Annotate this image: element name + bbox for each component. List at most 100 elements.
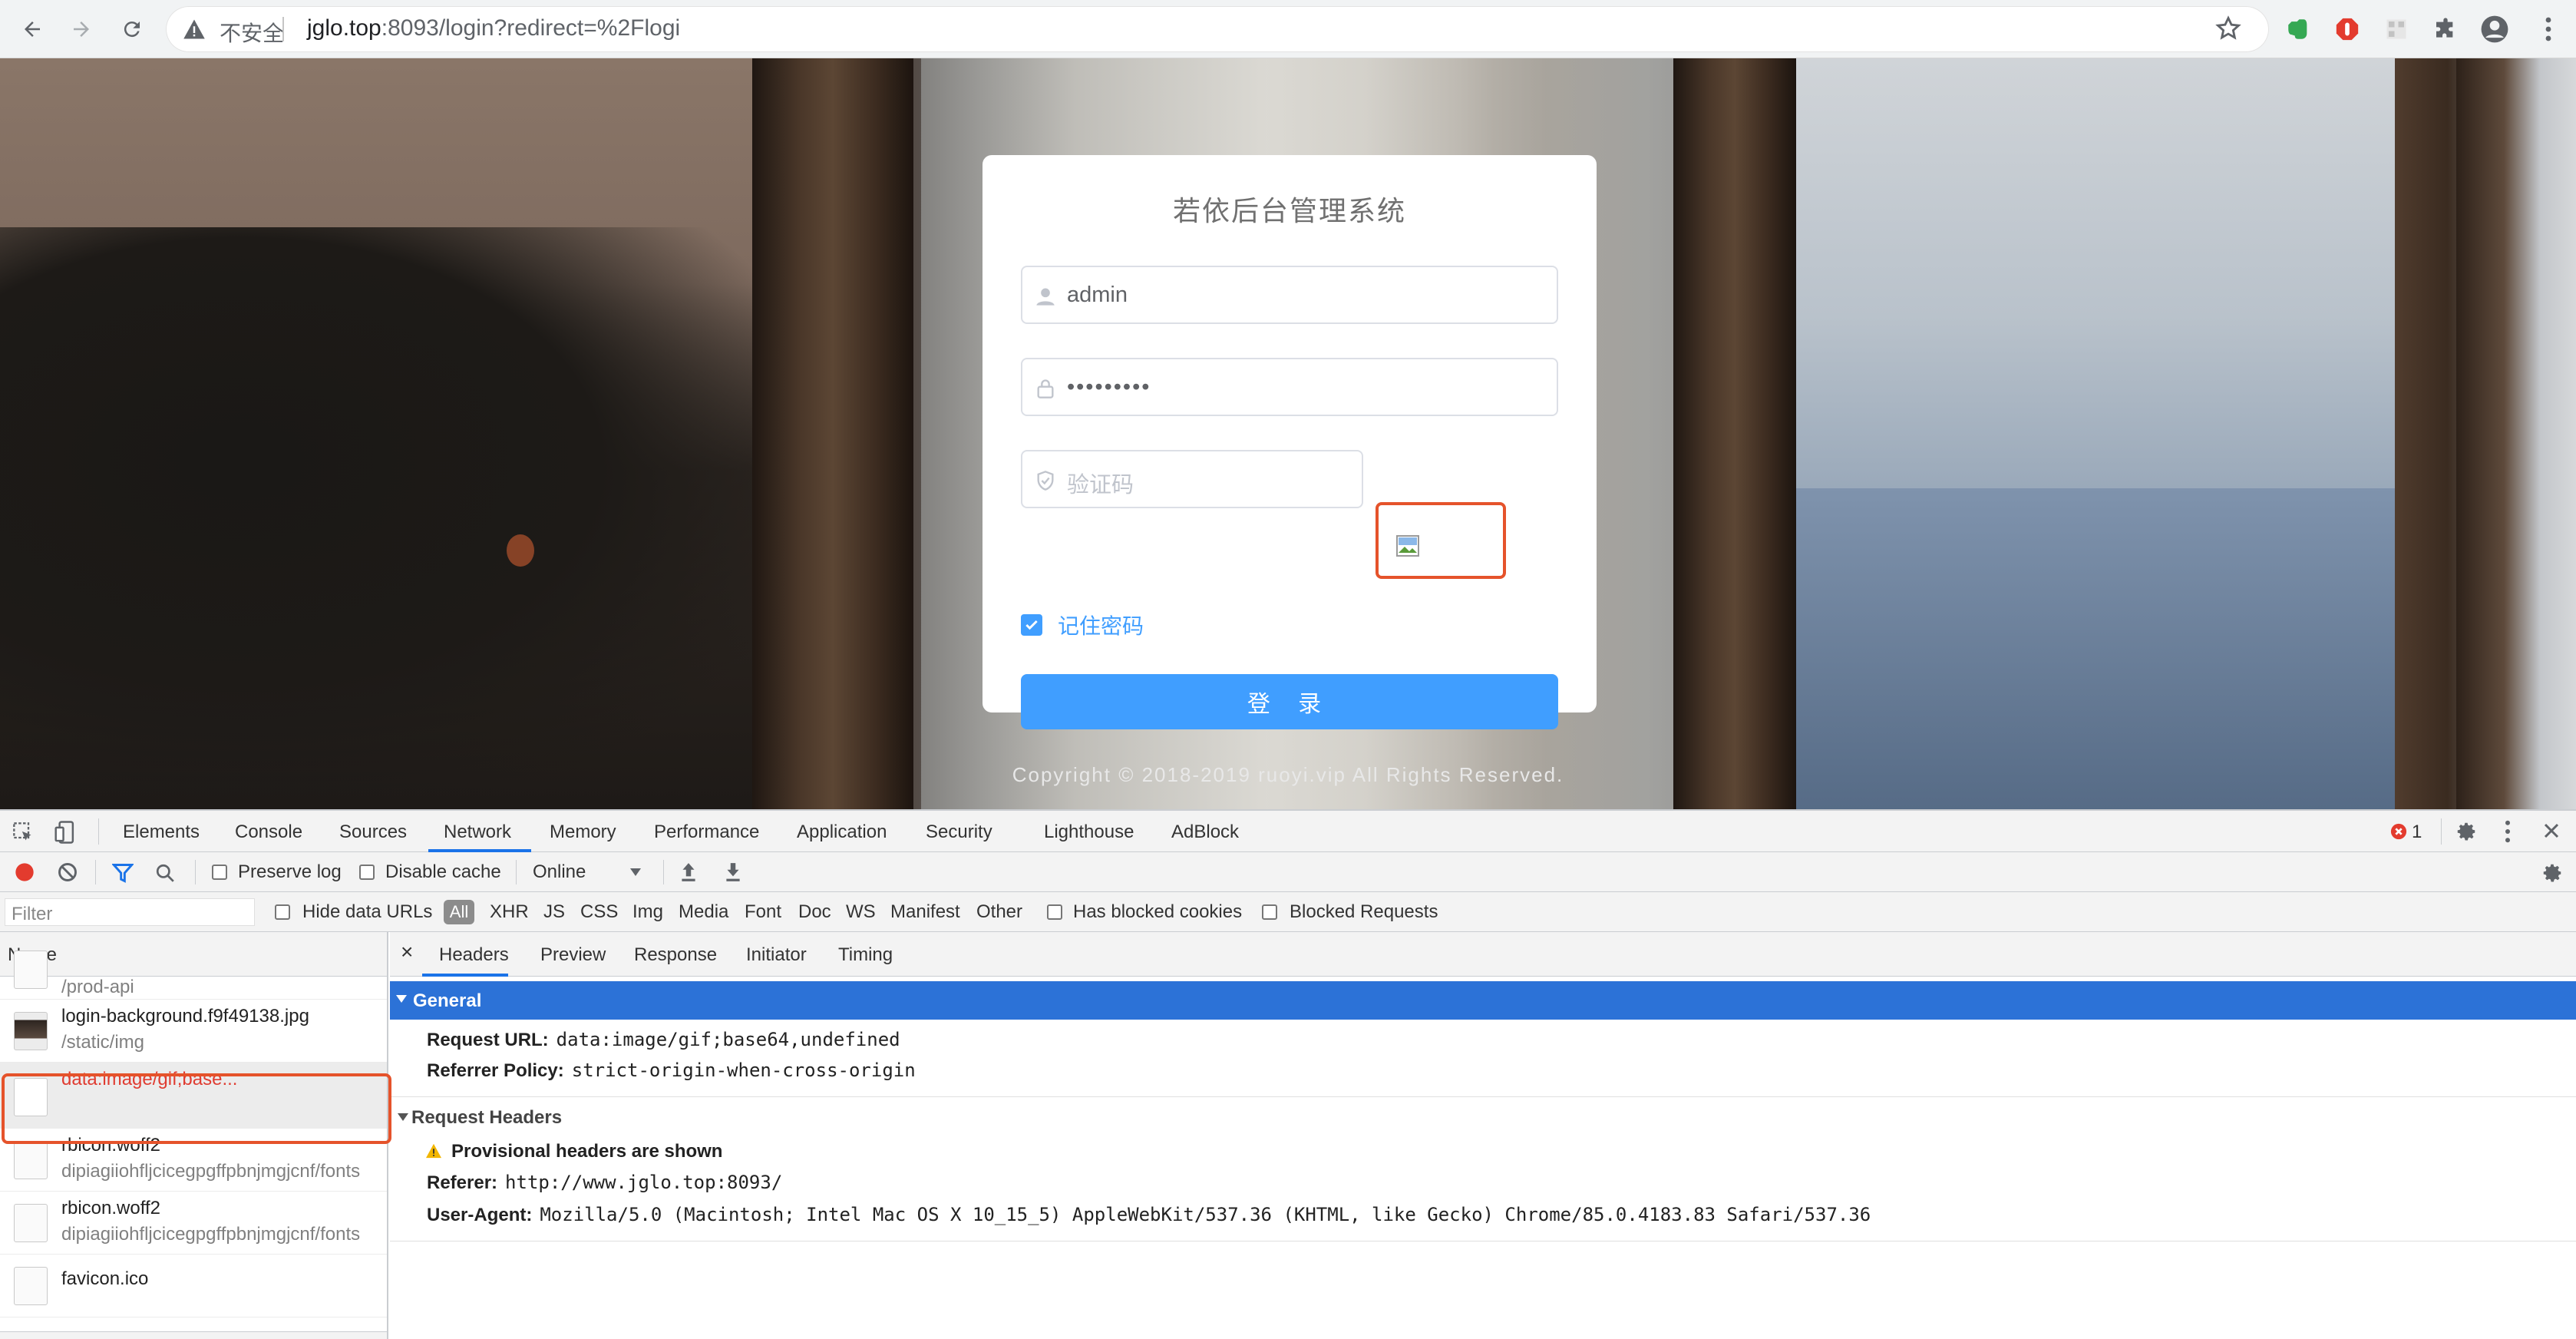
- import-har-icon[interactable]: [679, 861, 698, 883]
- extensions-button[interactable]: [2427, 11, 2464, 48]
- filter-type-css[interactable]: CSS: [580, 901, 618, 923]
- detail-tab-bar: × Headers Preview Response Initiator Tim…: [390, 932, 2576, 977]
- evernote-extension[interactable]: [2280, 11, 2317, 48]
- clear-icon[interactable]: [57, 861, 78, 883]
- search-icon[interactable]: [155, 863, 175, 883]
- reload-button[interactable]: [114, 11, 150, 48]
- toolbar-divider: [516, 860, 517, 884]
- tab-network[interactable]: Network: [444, 822, 511, 843]
- tab-security[interactable]: Security: [926, 822, 992, 843]
- preserve-log-checkbox[interactable]: [212, 865, 227, 880]
- close-detail-button[interactable]: ×: [401, 940, 413, 964]
- tab-timing[interactable]: Timing: [838, 944, 893, 966]
- triangle-down-icon: [396, 995, 407, 1003]
- tab-divider: [2441, 818, 2442, 845]
- kebab-menu-icon: [2545, 17, 2551, 41]
- background-sea: [1796, 488, 2395, 809]
- settings-gear-icon[interactable]: [2455, 820, 2478, 843]
- broken-image-icon: [1396, 535, 1419, 557]
- address-bar[interactable]: 不安全 jglo.top:8093/login?redirect=%2Flogi: [166, 6, 2269, 52]
- filter-type-media[interactable]: Media: [679, 901, 728, 923]
- warning-icon: [426, 1143, 441, 1159]
- header-key: Referrer Policy:: [427, 1060, 564, 1081]
- header-key: Request URL:: [427, 1030, 549, 1050]
- bookmark-star-icon[interactable]: [2215, 15, 2241, 41]
- tab-headers[interactable]: Headers: [439, 944, 509, 966]
- tab-elements[interactable]: Elements: [123, 822, 200, 843]
- url-path: :8093/login?redirect=%2Flogi: [381, 15, 681, 41]
- inspect-element-icon[interactable]: [12, 822, 34, 843]
- tab-console[interactable]: Console: [235, 822, 302, 843]
- filter-type-manifest[interactable]: Manifest: [890, 901, 960, 923]
- browser-toolbar: 不安全 jglo.top:8093/login?redirect=%2Flogi: [0, 0, 2576, 58]
- filter-type-js[interactable]: JS: [543, 901, 565, 923]
- username-input[interactable]: admin: [1021, 266, 1558, 324]
- image-thumbnail-icon: [14, 1012, 48, 1050]
- tab-memory[interactable]: Memory: [550, 822, 616, 843]
- elephant-icon: [2288, 19, 2307, 39]
- captcha-input[interactable]: 验证码: [1021, 450, 1363, 508]
- qr-extension[interactable]: [2378, 11, 2415, 48]
- header-value: strict-origin-when-cross-origin: [571, 1060, 916, 1081]
- checkbox-checked-icon: [1021, 614, 1042, 636]
- menu-button[interactable]: [2530, 11, 2567, 48]
- arrow-right-icon: [74, 21, 89, 37]
- blocked-requests-checkbox[interactable]: [1262, 904, 1277, 920]
- request-name: rbicon.woff2: [61, 1198, 160, 1218]
- record-icon[interactable]: [14, 861, 35, 883]
- tab-adblock[interactable]: AdBlock: [1171, 822, 1239, 843]
- header-value: Mozilla/5.0 (Macintosh; Intel Mac OS X 1…: [540, 1204, 1871, 1225]
- request-list-header[interactable]: Name: [0, 932, 387, 977]
- network-settings-gear-icon[interactable]: [2541, 861, 2564, 884]
- tab-sources[interactable]: Sources: [339, 822, 407, 843]
- filter-type-other[interactable]: Other: [976, 901, 1022, 923]
- filter-type-all[interactable]: All: [444, 900, 474, 924]
- back-button[interactable]: [14, 11, 51, 48]
- tab-initiator[interactable]: Initiator: [746, 944, 807, 966]
- network-filter-bar: Filter Hide data URLs All XHR JS CSS Img…: [0, 892, 2576, 932]
- throttling-select[interactable]: Online: [533, 860, 648, 884]
- filter-input[interactable]: Filter: [5, 898, 255, 926]
- provisional-note-text: Provisional headers are shown: [451, 1141, 723, 1162]
- preserve-log-label: Preserve log: [238, 861, 342, 882]
- forward-button[interactable]: [63, 11, 100, 48]
- password-input[interactable]: •••••••••: [1021, 358, 1558, 416]
- general-section-header[interactable]: General: [390, 981, 2576, 1020]
- close-icon[interactable]: [2542, 822, 2561, 840]
- captcha-placeholder: 验证码: [1067, 473, 1134, 498]
- request-row-prod-api[interactable]: /prod-api: [0, 951, 387, 1000]
- warning-icon: [183, 19, 205, 39]
- request-headers-title[interactable]: Request Headers: [411, 1107, 562, 1129]
- tab-preview[interactable]: Preview: [540, 944, 606, 966]
- filter-type-xhr[interactable]: XHR: [490, 901, 529, 923]
- profile-button[interactable]: [2476, 11, 2513, 48]
- has-blocked-cookies-checkbox[interactable]: [1047, 904, 1062, 920]
- hide-data-urls-checkbox[interactable]: [275, 904, 290, 920]
- tab-response[interactable]: Response: [634, 944, 717, 966]
- request-row-favicon[interactable]: favicon.ico: [0, 1255, 387, 1318]
- header-referrer-policy: Referrer Policy: strict-origin-when-cross…: [427, 1060, 916, 1082]
- background-window-frame: [1673, 58, 1796, 809]
- tab-lighthouse[interactable]: Lighthouse: [1044, 822, 1134, 843]
- tab-performance[interactable]: Performance: [654, 822, 759, 843]
- error-count[interactable]: 1: [2412, 822, 2422, 843]
- section-divider: [390, 1096, 2576, 1097]
- export-har-icon[interactable]: [723, 861, 743, 883]
- filter-type-doc[interactable]: Doc: [798, 901, 831, 923]
- filter-icon[interactable]: [112, 863, 134, 883]
- captcha-image[interactable]: [1376, 502, 1506, 579]
- more-options-icon[interactable]: [2504, 820, 2512, 843]
- tab-application[interactable]: Application: [797, 822, 887, 843]
- request-row-login-background[interactable]: login-background.f9f49138.jpg /static/im…: [0, 1000, 387, 1063]
- error-icon[interactable]: [2390, 823, 2407, 840]
- request-row-rbicon-2[interactable]: rbicon.woff2 dipiagiiohfljcicegpgffpbnjm…: [0, 1192, 387, 1255]
- disable-cache-checkbox[interactable]: [359, 865, 375, 880]
- filter-type-font[interactable]: Font: [745, 901, 781, 923]
- remember-me-checkbox[interactable]: 记住密码: [1021, 610, 1144, 640]
- login-button[interactable]: 登 录: [1021, 674, 1558, 729]
- adblock-extension[interactable]: [2329, 11, 2366, 48]
- header-key: Referer:: [427, 1172, 498, 1193]
- device-toolbar-icon[interactable]: [54, 820, 77, 845]
- filter-type-img[interactable]: Img: [632, 901, 663, 923]
- filter-type-ws[interactable]: WS: [846, 901, 876, 923]
